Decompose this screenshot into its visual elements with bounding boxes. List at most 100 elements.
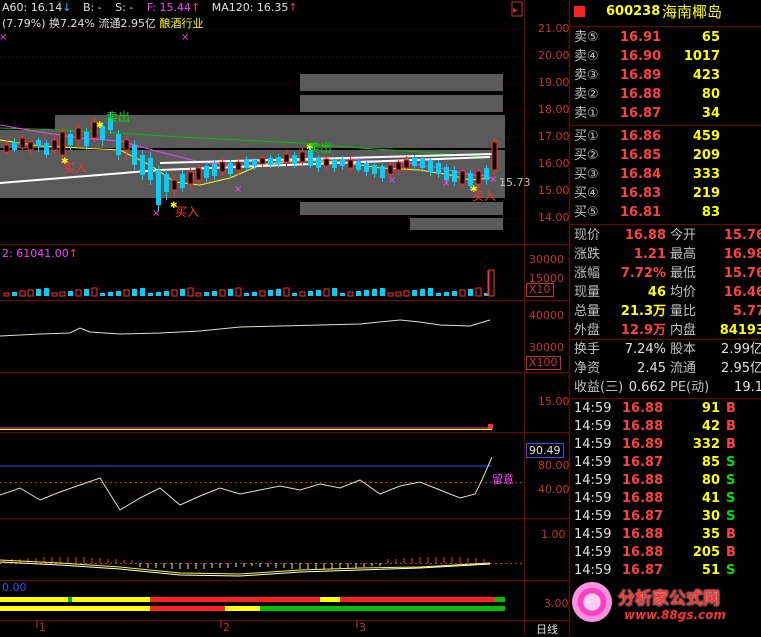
quote-row: 涨跌 1.21 最高 16.98: [570, 246, 761, 264]
candle-body: [51, 139, 58, 151]
fundamental-value: 2.99亿: [721, 342, 761, 357]
ask-row[interactable]: 卖④ 16.90 1017: [570, 48, 761, 66]
watermark-url: www.88gs.com: [624, 608, 726, 622]
trade-price: 16.88: [622, 491, 664, 506]
candle-body: [356, 161, 361, 170]
candle-body: [292, 155, 297, 164]
quote-value: 5.77: [732, 304, 761, 319]
volume-bar: [428, 288, 433, 296]
candle-body: [332, 160, 337, 168]
fundamental-row: 换手 7.24% 股本 2.99亿: [570, 341, 761, 359]
quote-label: 最低: [670, 266, 697, 281]
candle-body: [148, 158, 153, 180]
trade-volume: 42: [701, 419, 720, 434]
trade-volume: 332: [692, 437, 720, 452]
candle-body: [347, 159, 354, 169]
ask-price: 16.91: [620, 30, 662, 45]
candle-body: [27, 141, 34, 151]
marker-x: ×: [0, 32, 7, 43]
volume-bar: [316, 290, 321, 296]
bid-label: 买②: [574, 148, 599, 163]
bid-label: 买①: [574, 129, 599, 144]
trade-row: 14:59 16.88 42 B: [570, 418, 761, 436]
bid-label: 买③: [574, 167, 599, 182]
ask-label: 卖⑤: [574, 30, 599, 45]
candle-body: [340, 159, 345, 166]
trade-volume: 41: [701, 491, 720, 506]
ask-row[interactable]: 卖⑤ 16.91 65: [570, 29, 761, 47]
candle-body: [403, 159, 410, 169]
ask-volume: 65: [701, 30, 720, 45]
volume-bar: [452, 291, 457, 296]
price-axis-label: 18.00: [538, 103, 570, 116]
quote-label: 现价: [574, 228, 601, 243]
price-axis-label: 15.00: [538, 184, 570, 197]
bid-row[interactable]: 买⑤ 16.81 83: [570, 204, 761, 222]
kline-chart[interactable]: × × × × × × × ✱ ✱ ✱ ✱ ✱ 卖出 卖出 买入 买入 买入 1…: [0, 0, 569, 635]
bid-price: 16.86: [620, 129, 662, 144]
volume-multiplier: X10: [526, 283, 554, 297]
volume-bar: [132, 289, 137, 296]
time-axis-label: 3: [359, 621, 366, 634]
trade-volume: 85: [701, 455, 720, 470]
ask-row[interactable]: 卖② 16.88 80: [570, 86, 761, 104]
quote-value: 16.88: [624, 228, 666, 243]
volume-bar: [164, 291, 169, 296]
quote-value: 46: [647, 285, 666, 300]
volume-bar: [180, 289, 185, 296]
panel3-axis-label: 40000: [529, 309, 564, 322]
bid-label: 买④: [574, 186, 599, 201]
quote-value: 7.72%: [620, 266, 666, 281]
flower-logo-icon: [572, 582, 612, 622]
bid-row[interactable]: 买③ 16.84 333: [570, 166, 761, 184]
quote-label: 量比: [670, 304, 697, 319]
buy-signal-label: 买入: [175, 205, 199, 219]
trade-price: 16.89: [622, 437, 664, 452]
chart-window[interactable]: A60: 16.14↓ B: - S: - F: 15.44↑ MA120: 1…: [0, 0, 761, 636]
ask-row[interactable]: 卖③ 16.89 423: [570, 67, 761, 85]
candle-body: [3, 144, 10, 153]
fundamental-value: 7.24%: [624, 342, 666, 357]
marker-x: ×: [442, 178, 450, 189]
bid-volume: 459: [692, 129, 720, 144]
sell-signal-label: 卖出: [106, 110, 130, 124]
quote-label: 总量: [574, 304, 601, 319]
candle-body: [316, 158, 321, 168]
volume-bar: [292, 293, 297, 296]
volume-bar: [459, 289, 466, 297]
volume-bar: [44, 288, 49, 296]
bid-row[interactable]: 买④ 16.83 219: [570, 185, 761, 203]
candle-body: [259, 157, 266, 165]
candle-body: [428, 161, 433, 172]
bid-price: 16.83: [620, 186, 662, 201]
candle-body: [387, 164, 394, 175]
volume-bar: [268, 290, 273, 296]
quote-row: 现量 46 均价 16.46: [570, 284, 761, 302]
ask-row[interactable]: 卖① 16.87 34: [570, 105, 761, 123]
fundamental-value: 2.95亿: [721, 361, 761, 376]
price-axis-label: 20.00: [538, 49, 570, 62]
ask-price: 16.90: [620, 49, 662, 64]
chip-distribution: [0, 74, 505, 230]
trade-row: 14:59 16.88 35 B: [570, 526, 761, 544]
candle-body: [436, 163, 441, 174]
bid-label: 买⑤: [574, 205, 599, 220]
trade-row: 14:59 16.88 80 S: [570, 472, 761, 490]
trade-volume: 205: [692, 545, 720, 560]
quote-row: 外盘 12.9万 内盘 84193: [570, 322, 761, 340]
volume-bar: [283, 287, 290, 297]
trade-price: 16.88: [622, 419, 664, 434]
volume-bar: [403, 290, 410, 297]
trade-side: S: [726, 509, 736, 524]
watermark-title: 分析家公式网: [618, 589, 720, 609]
bid-volume: 219: [692, 186, 720, 201]
candle-body: [171, 179, 178, 191]
watermark: 分析家公式网 www.88gs.com: [572, 578, 761, 635]
candle-body: [283, 153, 290, 163]
volume-bar: [219, 289, 226, 297]
bid-row[interactable]: 买① 16.86 459: [570, 128, 761, 146]
bid-row[interactable]: 买② 16.85 209: [570, 147, 761, 165]
candle-body: [252, 160, 257, 166]
quote-label: 涨跌: [574, 247, 601, 262]
attention-label: 留意: [492, 472, 514, 486]
